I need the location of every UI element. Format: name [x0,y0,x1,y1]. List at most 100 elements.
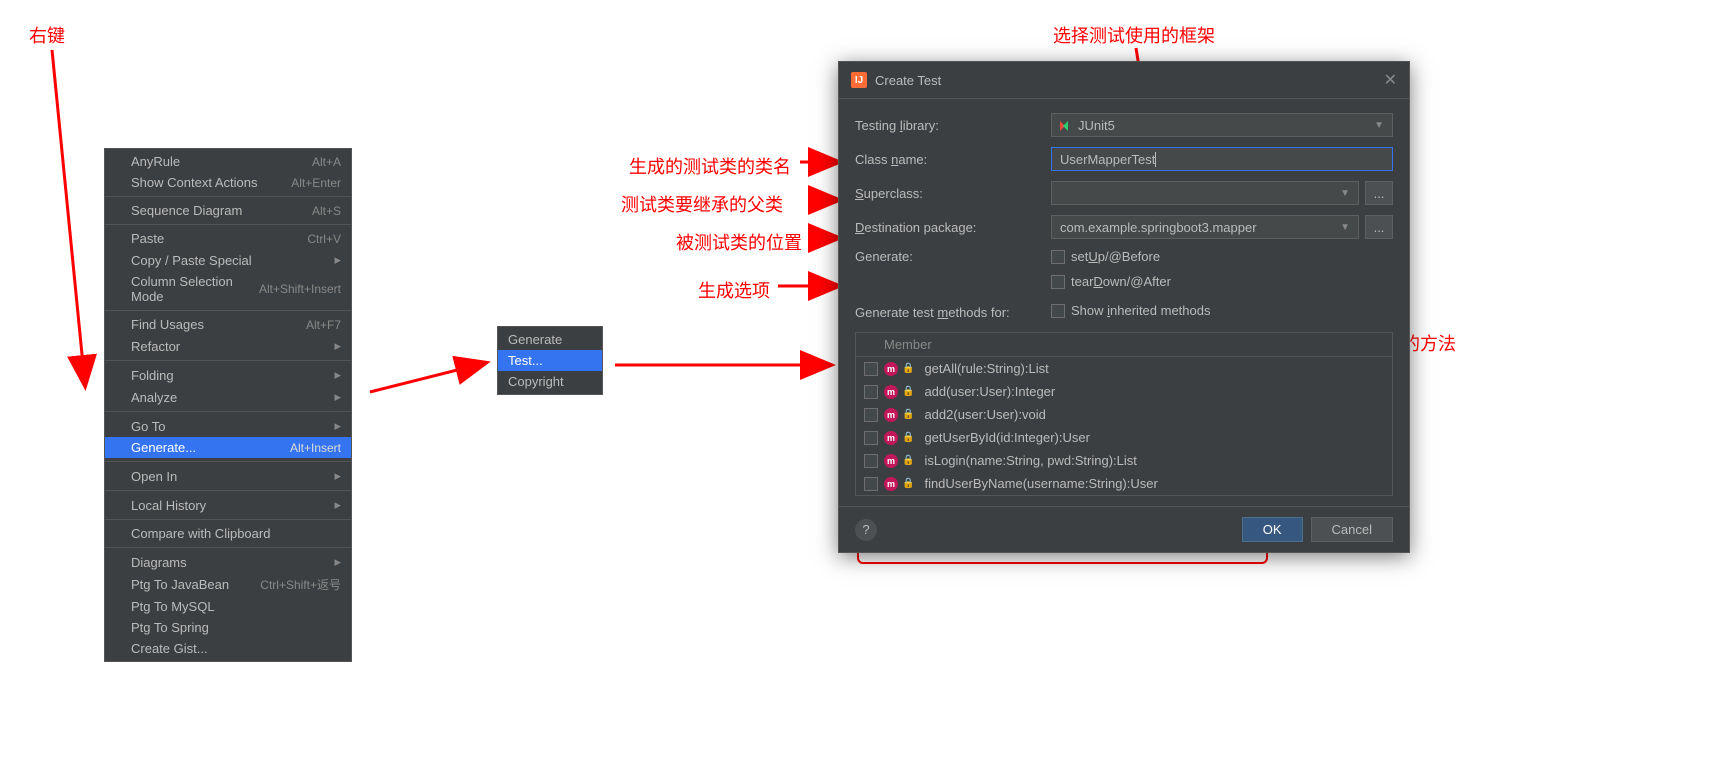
chevron-right-icon: ▸ [334,497,341,513]
regex-icon [111,155,125,169]
menu-separator [105,360,351,361]
gen-item-generate[interactable]: Generate [498,329,602,350]
menu-item-label: Folding [131,368,328,383]
annotation-right-click: 右键 [29,22,65,48]
setup-label: setUp/@Before [1071,249,1160,264]
label-superclass: Superclass: [855,186,1051,201]
menu-item-create-gist-[interactable]: Create Gist... [105,638,351,659]
menu-separator [105,490,351,491]
menu-item-label: Compare with Clipboard [131,526,341,541]
menu-item-ptg-to-javabean[interactable]: Ptg To JavaBeanCtrl+Shift+返号 [105,573,351,596]
member-list: Member m🔒getAll(rule:String):Listm🔒add(u… [855,332,1393,496]
teardown-label: tearDown/@After [1071,274,1171,289]
member-signature: findUserByName(username:String):User [924,476,1157,491]
menu-item-folding[interactable]: Folding▸ [105,364,351,386]
menu-item-show-context-actions[interactable]: Show Context ActionsAlt+Enter [105,172,351,193]
menu-separator [105,411,351,412]
superclass-dropdown[interactable]: ▼ [1051,181,1359,205]
chevron-right-icon: ▸ [334,252,341,268]
intellij-icon: IJ [851,72,867,88]
chevron-down-icon: ▼ [1340,188,1350,199]
junit-icon [1060,119,1072,131]
cancel-button[interactable]: Cancel [1311,517,1393,542]
menu-item-local-history[interactable]: Local History▸ [105,494,351,516]
menu-separator [105,461,351,462]
chevron-right-icon: ▸ [334,554,341,570]
menu-shortcut: Alt+Shift+Insert [259,282,341,296]
ok-button[interactable]: OK [1242,517,1303,542]
lock-icon: 🔒 [902,455,914,466]
setup-checkbox[interactable] [1051,250,1065,264]
member-checkbox[interactable] [864,431,878,445]
member-signature: add2(user:User):void [924,407,1045,422]
lock-icon: 🔒 [902,478,914,489]
compare-icon [111,527,125,541]
method-icon: m [884,362,898,376]
menu-item-refactor[interactable]: Refactor▸ [105,335,351,357]
menu-item-open-in[interactable]: Open In▸ [105,465,351,487]
dest-package-dropdown[interactable]: com.example.springboot3.mapper ▼ [1051,215,1359,239]
method-icon: m [884,454,898,468]
member-header: Member [856,333,1392,357]
menu-shortcut: Alt+Enter [291,176,341,190]
menu-item-label: Paste [131,231,307,246]
member-row[interactable]: m 🔒 getUserById(id:Integer):User [856,426,1392,449]
member-checkbox[interactable] [864,408,878,422]
member-row[interactable]: m 🔒 add2(user:User):void [856,403,1392,426]
member-checkbox[interactable] [864,454,878,468]
menu-item-copy-paste-special[interactable]: Copy / Paste Special▸ [105,249,351,271]
lock-icon: 🔒 [902,432,914,443]
menu-shortcut: Alt+A [312,155,341,169]
menu-item-anyrule[interactable]: AnyRuleAlt+A [105,151,351,172]
diagram-icon [111,555,125,569]
menu-item-diagrams[interactable]: Diagrams▸ [105,551,351,573]
menu-item-ptg-to-mysql[interactable]: Ptg To MySQL [105,596,351,617]
menu-item-label: Ptg To Spring [131,620,341,635]
member-checkbox[interactable] [864,362,878,376]
menu-item-sequence-diagram[interactable]: Sequence DiagramAlt+S [105,200,351,221]
member-signature: getUserById(id:Integer):User [924,430,1089,445]
menu-item-label: Analyze [131,390,328,405]
chevron-right-icon: ▸ [334,468,341,484]
method-icon: m [884,408,898,422]
dest-package-browse-button[interactable]: ... [1365,215,1393,239]
testing-library-dropdown[interactable]: JUnit5 ▼ [1051,113,1393,137]
member-row[interactable]: m🔒isLogin(name:String, pwd:String):List [856,449,1392,472]
superclass-browse-button[interactable]: ... [1365,181,1393,205]
lock-icon: 🔒 [902,409,914,420]
menu-item-label: Column Selection Mode [131,274,259,304]
menu-item-generate-[interactable]: Generate...Alt+Insert [105,437,351,458]
gen-item-copyright[interactable]: Copyright [498,371,602,392]
close-icon[interactable]: ✕ [1384,70,1397,90]
menu-item-label: Go To [131,419,328,434]
annotation-generate: 生成选项 [698,277,770,303]
menu-item-go-to[interactable]: Go To▸ [105,415,351,437]
member-checkbox[interactable] [864,385,878,399]
annotation-class-name: 生成的测试类的类名 [629,153,791,179]
member-row[interactable]: m🔒getAll(rule:String):List [856,357,1392,380]
chevron-down-icon: ▼ [1374,120,1384,131]
menu-item-label: Refactor [131,339,328,354]
dialog-body: Testing library: JUnit5 ▼ Class name: Us… [839,99,1409,506]
bulb-icon [111,176,125,190]
menu-item-analyze[interactable]: Analyze▸ [105,386,351,408]
class-name-input[interactable]: UserMapperTest [1051,147,1393,171]
teardown-checkbox[interactable] [1051,275,1065,289]
menu-shortcut: Alt+S [312,204,341,218]
method-icon: m [884,431,898,445]
member-checkbox[interactable] [864,477,878,491]
menu-item-paste[interactable]: PasteCtrl+V [105,228,351,249]
library-value: JUnit5 [1078,118,1115,133]
menu-item-find-usages[interactable]: Find UsagesAlt+F7 [105,314,351,335]
help-button[interactable]: ? [855,519,877,541]
show-inherited-checkbox[interactable] [1051,304,1065,318]
generate-submenu: GenerateTest...Copyright [497,326,603,395]
gen-item-test-[interactable]: Test... [498,350,602,371]
menu-item-compare-with-clipboard[interactable]: Compare with Clipboard [105,523,351,544]
member-row[interactable]: m🔒add(user:User):Integer [856,380,1392,403]
lock-icon: 🔒 [902,386,914,397]
menu-item-column-selection-mode[interactable]: Column Selection ModeAlt+Shift+Insert [105,271,351,307]
menu-item-ptg-to-spring[interactable]: Ptg To Spring [105,617,351,638]
annotation-dest-package: 被测试类的位置 [676,229,802,255]
member-row[interactable]: m🔒findUserByName(username:String):User [856,472,1392,495]
